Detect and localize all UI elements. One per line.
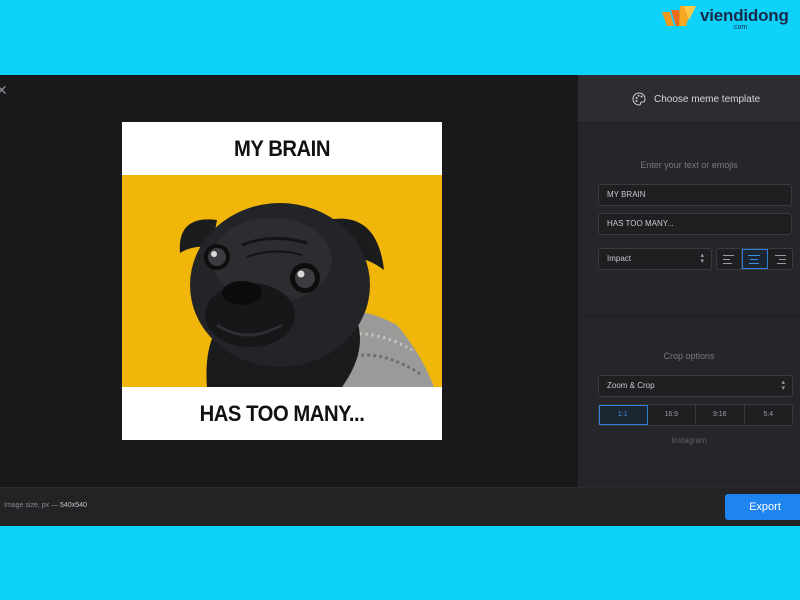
align-left-icon xyxy=(723,254,735,264)
top-text-input[interactable]: MY BRAIN xyxy=(598,184,792,206)
watermark: viendidong .com xyxy=(662,4,792,34)
watermark-domain: .com xyxy=(732,24,748,31)
image-size-value: 540x540 xyxy=(60,502,87,509)
palette-icon xyxy=(632,92,646,106)
pug-photo-icon xyxy=(179,203,434,387)
canvas-area: ✕ MY BRAIN HAS TOO MANY... xyxy=(0,75,578,487)
image-size-label: Image size, px — xyxy=(4,502,59,509)
ratio-9-16-button[interactable]: 9:16 xyxy=(696,405,745,425)
meme-bottom-text: HAS TOO MANY... xyxy=(199,401,365,426)
font-select-value: Impact xyxy=(607,254,632,263)
align-center-button[interactable] xyxy=(742,249,768,269)
select-caret-icon: ▴ ▾ xyxy=(700,252,704,265)
meme-photo xyxy=(122,175,442,387)
template-bar: Choose meme template xyxy=(578,75,800,123)
crop-mode-select[interactable]: Zoom & Crop ▴ ▾ xyxy=(598,375,793,397)
meme-preview: MY BRAIN HAS TOO MANY... xyxy=(122,122,442,440)
preset-caption: Instagram xyxy=(671,436,707,445)
close-icon[interactable]: ✕ xyxy=(0,83,10,97)
section-divider xyxy=(578,315,800,316)
choose-template-label: Choose meme template xyxy=(654,93,761,105)
align-right-icon xyxy=(774,254,786,264)
choose-template-button[interactable]: Choose meme template xyxy=(632,89,760,109)
text-section-label: Enter your text or emojis xyxy=(640,160,738,170)
meme-editor-window: ✕ MY BRAIN HAS TOO MANY... Choose meme t… xyxy=(0,75,800,526)
image-size-info: Image size, px — 540x540 xyxy=(4,502,87,509)
crop-mode-value: Zoom & Crop xyxy=(607,381,655,390)
select-caret-icon: ▴ ▾ xyxy=(781,379,785,392)
alignment-group xyxy=(716,248,793,270)
ratio-16-9-button[interactable]: 16:9 xyxy=(648,405,696,425)
font-select[interactable]: Impact ▴ ▾ xyxy=(598,248,712,270)
aspect-ratio-group: 1:1 16:9 9:16 5:4 xyxy=(598,404,793,426)
crop-section-label: Crop options xyxy=(663,351,715,361)
export-button[interactable]: Export xyxy=(725,494,800,520)
bottom-bar: Image size, px — 540x540 Export xyxy=(0,487,800,526)
align-left-button[interactable] xyxy=(717,249,743,269)
align-center-icon xyxy=(748,254,761,264)
bottom-text-input[interactable]: HAS TOO MANY... xyxy=(598,213,792,235)
ratio-5-4-button[interactable]: 5:4 xyxy=(745,405,793,425)
meme-top-text: MY BRAIN xyxy=(233,136,331,161)
settings-panel: Choose meme template Enter your text or … xyxy=(578,75,800,487)
viendidong-logo-icon xyxy=(662,6,696,26)
align-right-button[interactable] xyxy=(768,249,792,269)
ratio-1-1-button[interactable]: 1:1 xyxy=(599,405,648,425)
watermark-brand: viendidong xyxy=(700,6,789,25)
